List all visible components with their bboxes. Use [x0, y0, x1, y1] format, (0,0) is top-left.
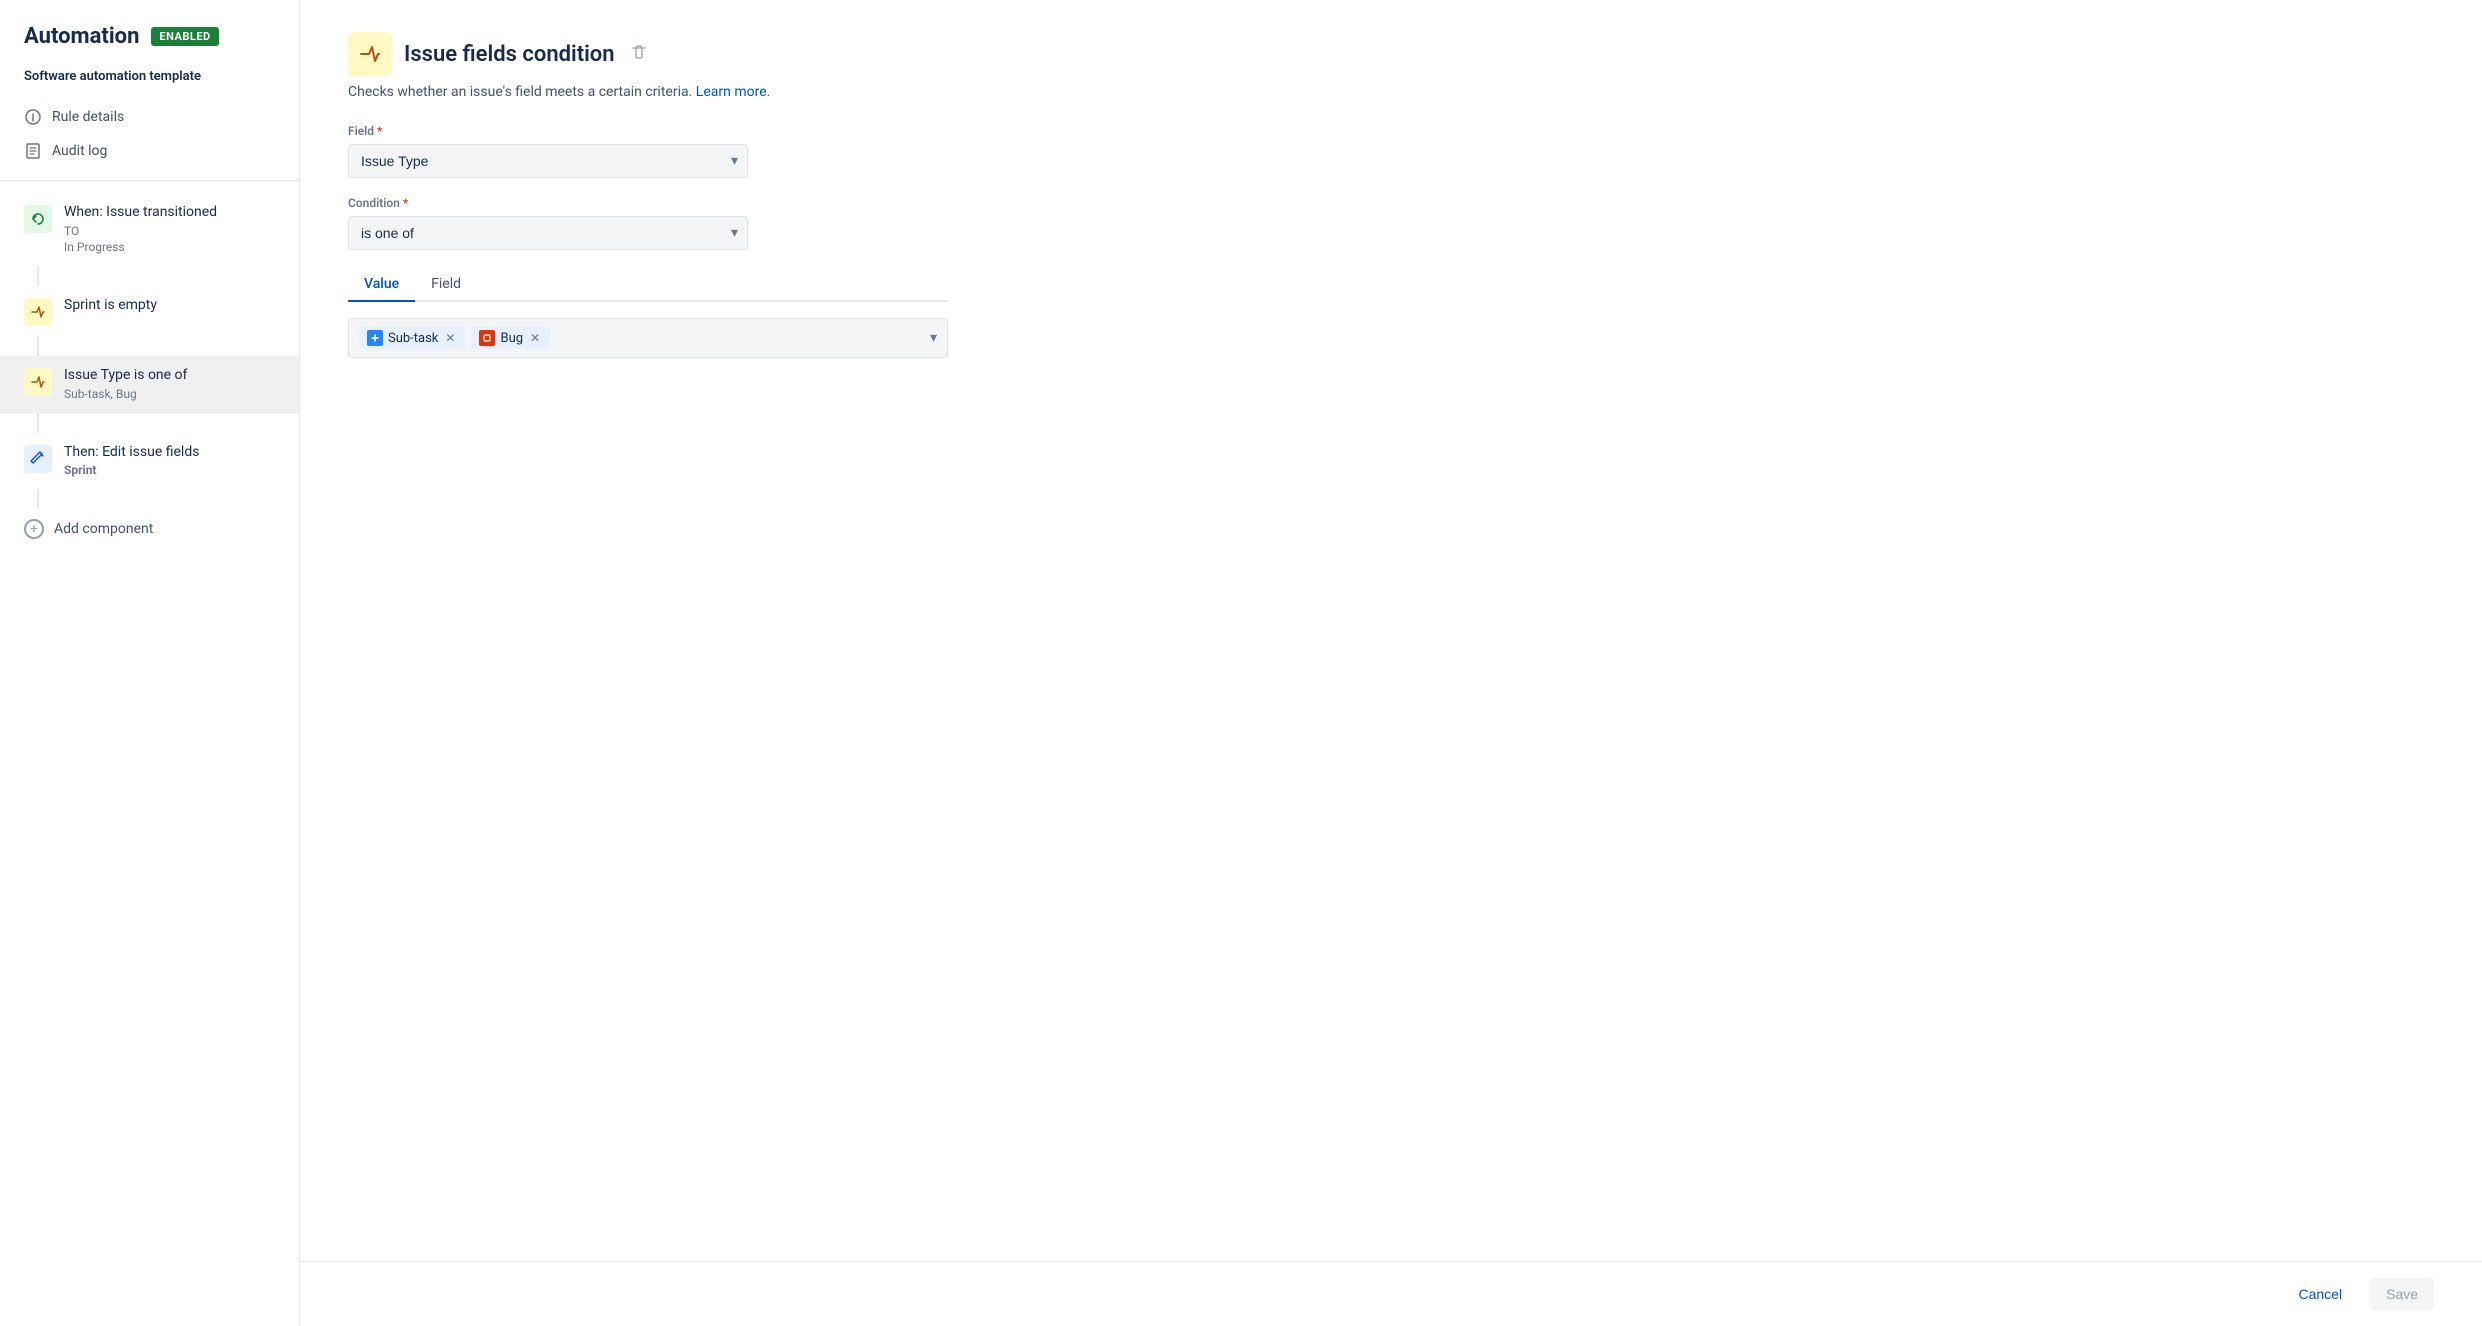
- sidebar: Automation ENABLED Software automation t…: [0, 0, 300, 1326]
- step-issue-type-condition[interactable]: Issue Type is one of Sub-task, Bug: [0, 356, 299, 412]
- enabled-badge: ENABLED: [151, 27, 218, 46]
- step-when-sub2: In Progress: [64, 239, 275, 256]
- step-then-sprint: Sprint: [64, 462, 275, 479]
- condition-description: Checks whether an issue's field meets a …: [348, 84, 2434, 100]
- audit-log-icon: [24, 142, 42, 160]
- tag-subtask-remove[interactable]: ✕: [443, 332, 457, 344]
- tag-input-chevron-icon: ▾: [930, 330, 937, 346]
- tag-subtask-label: Sub-task: [388, 331, 438, 346]
- step-then-text: Then: Edit issue fields Sprint: [64, 443, 275, 479]
- step-then-title: Then: Edit issue fields: [64, 443, 275, 463]
- step-issue-type-text: Issue Type is one of Sub-task, Bug: [64, 366, 275, 402]
- step-sprint-text: Sprint is empty: [64, 296, 275, 316]
- tag-bug-label: Bug: [500, 331, 523, 346]
- condition-select-wrapper: is one of ▾: [348, 216, 748, 250]
- main-content: Issue fields condition Checks whether an…: [300, 0, 2482, 1326]
- sidebar-nav-rule-details[interactable]: Rule details: [0, 100, 299, 134]
- tag-bug: Bug ✕: [471, 327, 550, 349]
- then-icon: [24, 445, 52, 473]
- issue-type-icon: [24, 368, 52, 396]
- learn-more-link[interactable]: Learn more.: [696, 84, 771, 100]
- step-sprint-title: Sprint is empty: [64, 296, 275, 316]
- condition-select[interactable]: is one of: [348, 216, 748, 250]
- field-select-wrapper: Issue Type ▾: [348, 144, 748, 178]
- field-label: Field *: [348, 124, 748, 138]
- add-component-circle-icon: +: [24, 519, 44, 539]
- tab-field[interactable]: Field: [415, 268, 477, 302]
- form-section: Field * Issue Type ▾ Condition * is one …: [348, 124, 748, 250]
- field-required-star: *: [377, 124, 382, 138]
- audit-log-label: Audit log: [52, 143, 107, 159]
- condition-icon: [348, 32, 392, 76]
- footer-actions: Cancel Save: [300, 1261, 2482, 1326]
- add-component-button[interactable]: + Add component: [0, 509, 299, 549]
- step-when-text: When: Issue transitioned TO In Progress: [64, 203, 275, 256]
- sidebar-nav-audit-log[interactable]: Audit log: [0, 134, 299, 168]
- step-then-action[interactable]: Then: Edit issue fields Sprint: [0, 433, 299, 489]
- rule-details-label: Rule details: [52, 109, 124, 125]
- step-issue-type-sub: Sub-task, Bug: [64, 386, 275, 403]
- step-sprint-condition[interactable]: Sprint is empty: [0, 286, 299, 336]
- add-component-label: Add component: [54, 521, 153, 537]
- bug-icon: [479, 330, 495, 346]
- value-field-tabs: Value Field: [348, 268, 948, 302]
- info-icon: [24, 108, 42, 126]
- tag-bug-remove[interactable]: ✕: [528, 332, 542, 344]
- save-button[interactable]: Save: [2370, 1278, 2434, 1310]
- sidebar-header: Automation ENABLED: [0, 24, 299, 69]
- condition-title: Issue fields condition: [404, 42, 615, 67]
- trigger-icon: [24, 205, 52, 233]
- condition-header: Issue fields condition: [348, 32, 2434, 76]
- delete-icon[interactable]: [631, 44, 647, 64]
- sidebar-subtitle: Software automation template: [0, 69, 299, 100]
- step-connector-2: [37, 336, 39, 356]
- tag-subtask: Sub-task ✕: [359, 327, 465, 349]
- app-title: Automation: [24, 24, 139, 49]
- cancel-button[interactable]: Cancel: [2282, 1278, 2358, 1310]
- step-issue-type-title: Issue Type is one of: [64, 366, 275, 386]
- subtask-icon: [367, 330, 383, 346]
- field-select[interactable]: Issue Type: [348, 144, 748, 178]
- condition-label: Condition *: [348, 196, 748, 210]
- sidebar-divider: [0, 180, 299, 181]
- step-when-title: When: Issue transitioned: [64, 203, 275, 223]
- sprint-icon: [24, 298, 52, 326]
- step-when-trigger[interactable]: When: Issue transitioned TO In Progress: [0, 193, 299, 266]
- step-connector-3: [37, 413, 39, 433]
- step-when-sub1: TO: [64, 223, 275, 240]
- tab-value[interactable]: Value: [348, 268, 415, 302]
- step-connector-1: [37, 266, 39, 286]
- tag-input[interactable]: Sub-task ✕ Bug ✕ ▾: [348, 318, 948, 358]
- condition-required-star: *: [403, 196, 408, 210]
- step-connector-4: [37, 489, 39, 509]
